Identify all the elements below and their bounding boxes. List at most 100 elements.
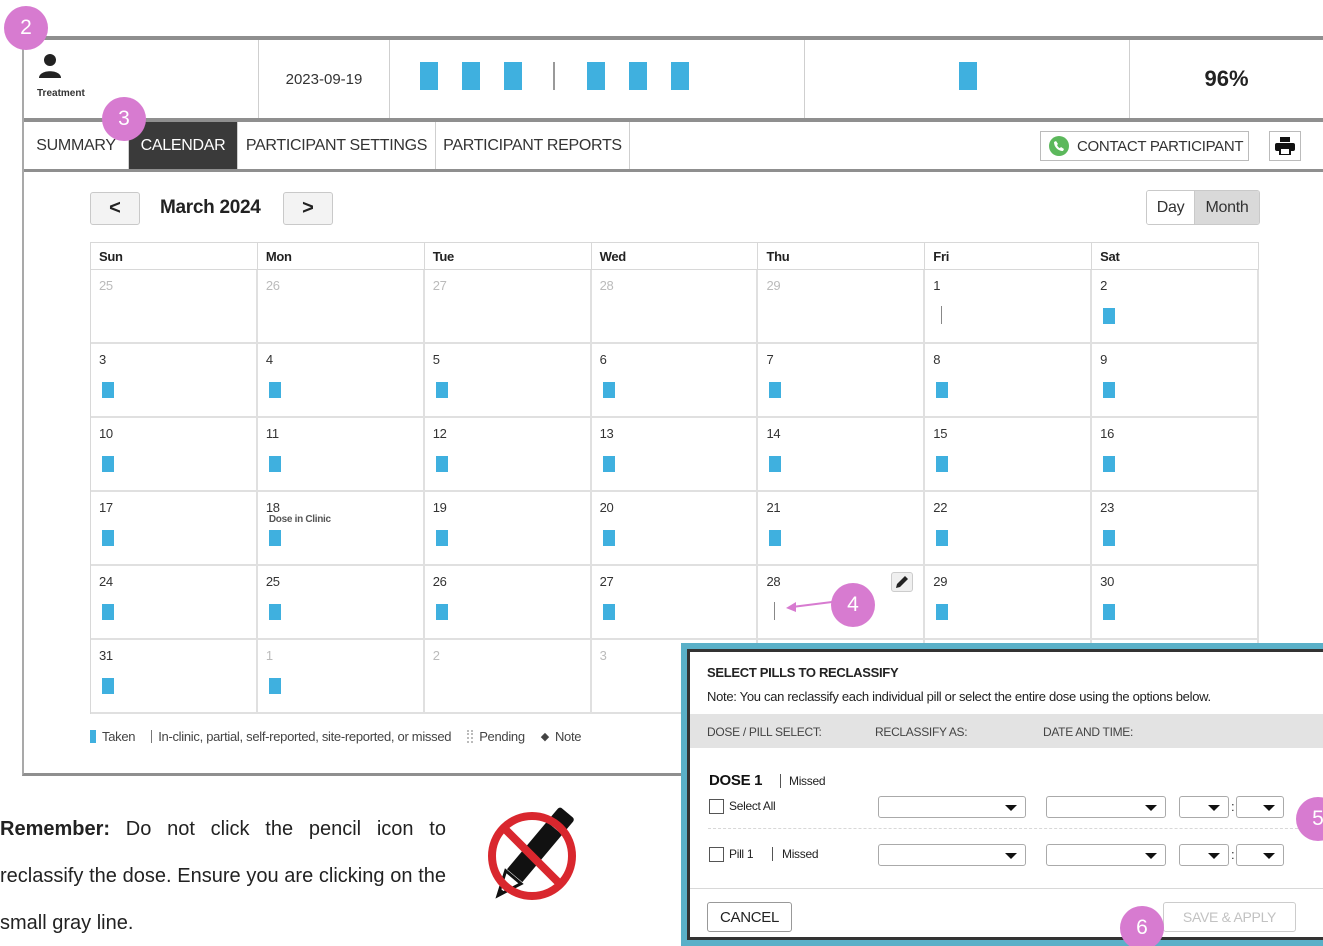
last-dose-date: 2023-09-19: [259, 40, 390, 118]
pill-minute-select[interactable]: [1236, 844, 1284, 866]
taken-dose-marker[interactable]: [435, 456, 448, 472]
calendar-day-cell[interactable]: 26: [257, 270, 425, 344]
taken-dose-marker[interactable]: [435, 604, 448, 620]
calendar-day-cell[interactable]: 24: [91, 566, 258, 640]
next-month-button[interactable]: >: [283, 192, 333, 225]
calendar-day-cell[interactable]: 27: [591, 566, 759, 640]
taken-dose-marker[interactable]: [602, 604, 615, 620]
taken-dose-marker[interactable]: [1103, 530, 1116, 546]
calendar-day-cell[interactable]: 16: [1092, 418, 1260, 492]
calendar-day-cell[interactable]: 13: [591, 418, 759, 492]
calendar-day-cell[interactable]: 14: [758, 418, 926, 492]
calendar-day-cell[interactable]: 9: [1092, 344, 1260, 418]
calendar-day-cell[interactable]: 30: [1092, 566, 1260, 640]
calendar-day-cell[interactable]: 20: [591, 492, 759, 566]
contact-participant-button[interactable]: CONTACT PARTICIPANT: [1040, 131, 1249, 161]
taken-dose-marker[interactable]: [268, 382, 281, 398]
dose-hour-select[interactable]: [1179, 796, 1229, 818]
taken-dose-marker[interactable]: [102, 604, 114, 620]
calendar-day-cell[interactable]: 1: [925, 270, 1093, 344]
taken-dose-marker[interactable]: [102, 456, 114, 472]
calendar-day-cell[interactable]: 7: [758, 344, 926, 418]
taken-dose-marker[interactable]: [769, 456, 782, 472]
calendar-day-cell[interactable]: 18 Dose in Clinic: [257, 492, 425, 566]
dose-reclassify-select[interactable]: [878, 796, 1026, 818]
calendar-day-cell[interactable]: 15: [925, 418, 1093, 492]
select-all-checkbox[interactable]: [709, 799, 724, 814]
taken-dose-marker[interactable]: [268, 604, 281, 620]
calendar-day-cell[interactable]: 22: [925, 492, 1093, 566]
calendar-day-cell[interactable]: 17: [91, 492, 258, 566]
taken-dose-marker[interactable]: [936, 456, 949, 472]
calendar-day-cell[interactable]: 25: [91, 270, 258, 344]
taken-dose-marker[interactable]: [1103, 308, 1116, 324]
calendar-day-cell[interactable]: 3: [91, 344, 258, 418]
pill-date-select[interactable]: [1046, 844, 1166, 866]
pill-reclassify-select[interactable]: [878, 844, 1026, 866]
previous-month-button[interactable]: <: [90, 192, 140, 225]
taken-dose-marker[interactable]: [102, 678, 114, 694]
taken-dose-marker[interactable]: [102, 382, 114, 398]
print-button[interactable]: [1269, 131, 1301, 161]
taken-dose-marker[interactable]: [769, 382, 782, 398]
taken-dose-marker[interactable]: [435, 530, 448, 546]
pill-hour-select[interactable]: [1179, 844, 1229, 866]
taken-dose-marker[interactable]: [268, 456, 281, 472]
day-number: 1: [265, 648, 273, 663]
taken-dose-marker[interactable]: [435, 382, 448, 398]
partial-dose-line[interactable]: [941, 306, 943, 324]
view-month-button[interactable]: Month: [1194, 191, 1259, 224]
pencil-icon[interactable]: [891, 572, 914, 592]
save-and-apply-button[interactable]: SAVE & APPLY: [1163, 902, 1296, 932]
adherence-percentage: 96%: [1204, 66, 1249, 91]
taken-dose-marker[interactable]: [268, 678, 281, 694]
calendar-day-cell[interactable]: 5: [424, 344, 592, 418]
day-number: 17: [99, 500, 113, 515]
weekday-fri: Fri: [925, 243, 1093, 270]
partial-dose-line[interactable]: [774, 602, 776, 620]
taken-dose-marker[interactable]: [936, 530, 949, 546]
view-day-button[interactable]: Day: [1147, 191, 1194, 224]
taken-dose-marker[interactable]: [769, 530, 782, 546]
taken-dose-marker[interactable]: [102, 530, 114, 546]
taken-dose-marker[interactable]: [602, 382, 615, 398]
taken-dose-marker[interactable]: [936, 604, 949, 620]
calendar-day-cell[interactable]: 28: [591, 270, 759, 344]
tab-calendar[interactable]: CALENDAR: [129, 122, 238, 169]
month-title: March 2024: [160, 197, 261, 218]
calendar-day-cell[interactable]: 25: [257, 566, 425, 640]
taken-dose-marker[interactable]: [1103, 604, 1116, 620]
calendar-day-cell[interactable]: 19: [424, 492, 592, 566]
calendar-day-cell[interactable]: 23: [1092, 492, 1260, 566]
calendar-day-cell[interactable]: 2: [1092, 270, 1260, 344]
calendar-day-cell[interactable]: 31: [91, 640, 258, 714]
calendar-day-cell[interactable]: 4: [257, 344, 425, 418]
dose-date-select[interactable]: [1046, 796, 1166, 818]
calendar-day-cell[interactable]: 26: [424, 566, 592, 640]
calendar-day-cell[interactable]: 29: [758, 270, 926, 344]
calendar-day-cell[interactable]: 6: [591, 344, 759, 418]
chevron-down-icon: [1263, 853, 1275, 859]
taken-dose-marker[interactable]: [1103, 456, 1116, 472]
pill-1-checkbox[interactable]: [709, 847, 724, 862]
dose-minute-select[interactable]: [1236, 796, 1284, 818]
taken-dose-marker[interactable]: [268, 530, 281, 546]
calendar-day-cell[interactable]: 10: [91, 418, 258, 492]
taken-dose-marker[interactable]: [602, 530, 615, 546]
taken-dose-marker[interactable]: [602, 456, 615, 472]
taken-dose-marker[interactable]: [1103, 382, 1116, 398]
day-number: 29: [933, 574, 948, 589]
calendar-day-cell[interactable]: 27: [424, 270, 592, 344]
calendar-day-cell[interactable]: 21: [758, 492, 926, 566]
tab-participant-settings[interactable]: PARTICIPANT SETTINGS: [238, 122, 436, 169]
calendar-day-cell[interactable]: 1: [257, 640, 425, 714]
tab-participant-reports[interactable]: PARTICIPANT REPORTS: [436, 122, 630, 169]
taken-dose-marker[interactable]: [936, 382, 949, 398]
calendar-day-cell[interactable]: 12: [424, 418, 592, 492]
calendar-day-cell[interactable]: 8: [925, 344, 1093, 418]
calendar-day-cell[interactable]: 2: [424, 640, 592, 714]
legend-note: ◆ Note: [541, 729, 582, 744]
calendar-day-cell[interactable]: 11: [257, 418, 425, 492]
calendar-day-cell[interactable]: 29: [925, 566, 1093, 640]
cancel-button[interactable]: CANCEL: [707, 902, 792, 932]
